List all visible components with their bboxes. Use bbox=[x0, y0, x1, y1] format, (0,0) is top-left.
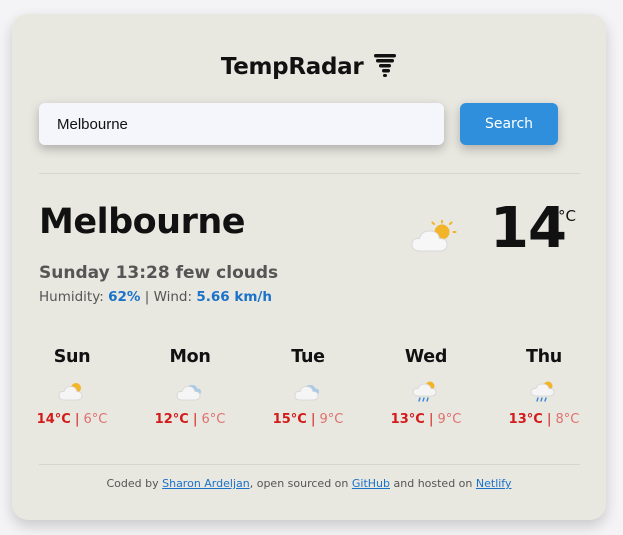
forecast-max: 14°C bbox=[36, 412, 71, 427]
forecast-min: 6°C bbox=[83, 412, 108, 427]
app-name: TempRadar bbox=[220, 54, 364, 80]
forecast-max: 13°C bbox=[390, 412, 425, 427]
forecast-temps: 14°C | 6°C bbox=[36, 412, 108, 427]
forecast-min: 9°C bbox=[319, 412, 344, 427]
forecast-day-name: Tue bbox=[291, 347, 325, 367]
forecast-temps: 13°C | 8°C bbox=[508, 412, 580, 427]
tornado-icon bbox=[373, 52, 397, 84]
temperature-unit: °C bbox=[558, 207, 576, 225]
github-link[interactable]: GitHub bbox=[352, 477, 390, 490]
rain-icon bbox=[411, 379, 441, 403]
forecast-max: 13°C bbox=[508, 412, 543, 427]
humidity-value: 62% bbox=[108, 289, 141, 305]
weather-description: few clouds bbox=[175, 263, 279, 283]
forecast-day-name: Sun bbox=[53, 347, 91, 367]
forecast-temps: 13°C | 9°C bbox=[390, 412, 462, 427]
forecast-max: 15°C bbox=[272, 412, 307, 427]
day-time: Sunday 13:28 bbox=[39, 263, 170, 283]
current-temperature: 14 bbox=[490, 196, 567, 261]
wind-value: 5.66 km/h bbox=[196, 289, 272, 305]
footer-prefix: Coded by bbox=[106, 477, 159, 490]
forecast-min: 6°C bbox=[201, 412, 226, 427]
forecast-day: Mon 12°C | 6°C bbox=[140, 347, 240, 427]
search-button[interactable]: Search bbox=[460, 103, 558, 145]
forecast-temps: 15°C | 9°C bbox=[272, 412, 344, 427]
divider bbox=[39, 464, 580, 465]
forecast-min: 9°C bbox=[437, 412, 462, 427]
wind-label: Wind: bbox=[153, 289, 193, 305]
netlify-link[interactable]: Netlify bbox=[476, 477, 512, 490]
weather-details: Humidity: 62% | Wind: 5.66 km/h bbox=[39, 289, 272, 305]
footer-mid2: and hosted on bbox=[393, 477, 473, 490]
forecast-min: 8°C bbox=[555, 412, 580, 427]
partly-cloudy-icon bbox=[410, 219, 458, 258]
footer: Coded by Sharon Ardeljan, open sourced o… bbox=[12, 477, 606, 490]
humidity-label: Humidity: bbox=[39, 289, 104, 305]
city-name: Melbourne bbox=[39, 202, 246, 242]
rain-icon bbox=[529, 379, 559, 403]
cloud-icon bbox=[293, 379, 323, 403]
forecast-day: Sun 14°C | 6°C bbox=[22, 347, 122, 427]
forecast-day-name: Mon bbox=[169, 347, 211, 367]
details-separator: | bbox=[144, 289, 150, 305]
forecast-day: Tue 15°C | 9°C bbox=[258, 347, 358, 427]
forecast-max: 12°C bbox=[154, 412, 189, 427]
forecast-temps: 12°C | 6°C bbox=[154, 412, 226, 427]
cloud-icon bbox=[175, 379, 205, 403]
forecast-day-name: Wed bbox=[404, 347, 448, 367]
app-header: TempRadar bbox=[12, 52, 606, 84]
search-input[interactable] bbox=[39, 103, 444, 145]
forecast-day: Wed 13°C | 9°C bbox=[376, 347, 476, 427]
footer-mid1: , open sourced on bbox=[249, 477, 349, 490]
date-description: Sunday 13:28 few clouds bbox=[39, 263, 278, 283]
forecast-day: Thu 13°C | 8°C bbox=[494, 347, 594, 427]
forecast-day-name: Thu bbox=[526, 347, 562, 367]
author-link[interactable]: Sharon Ardeljan bbox=[162, 477, 250, 490]
partly-cloudy-icon bbox=[57, 379, 87, 403]
divider bbox=[39, 173, 580, 174]
weather-card: TempRadar Search Melbourne Sunday 13:28 … bbox=[12, 14, 606, 520]
